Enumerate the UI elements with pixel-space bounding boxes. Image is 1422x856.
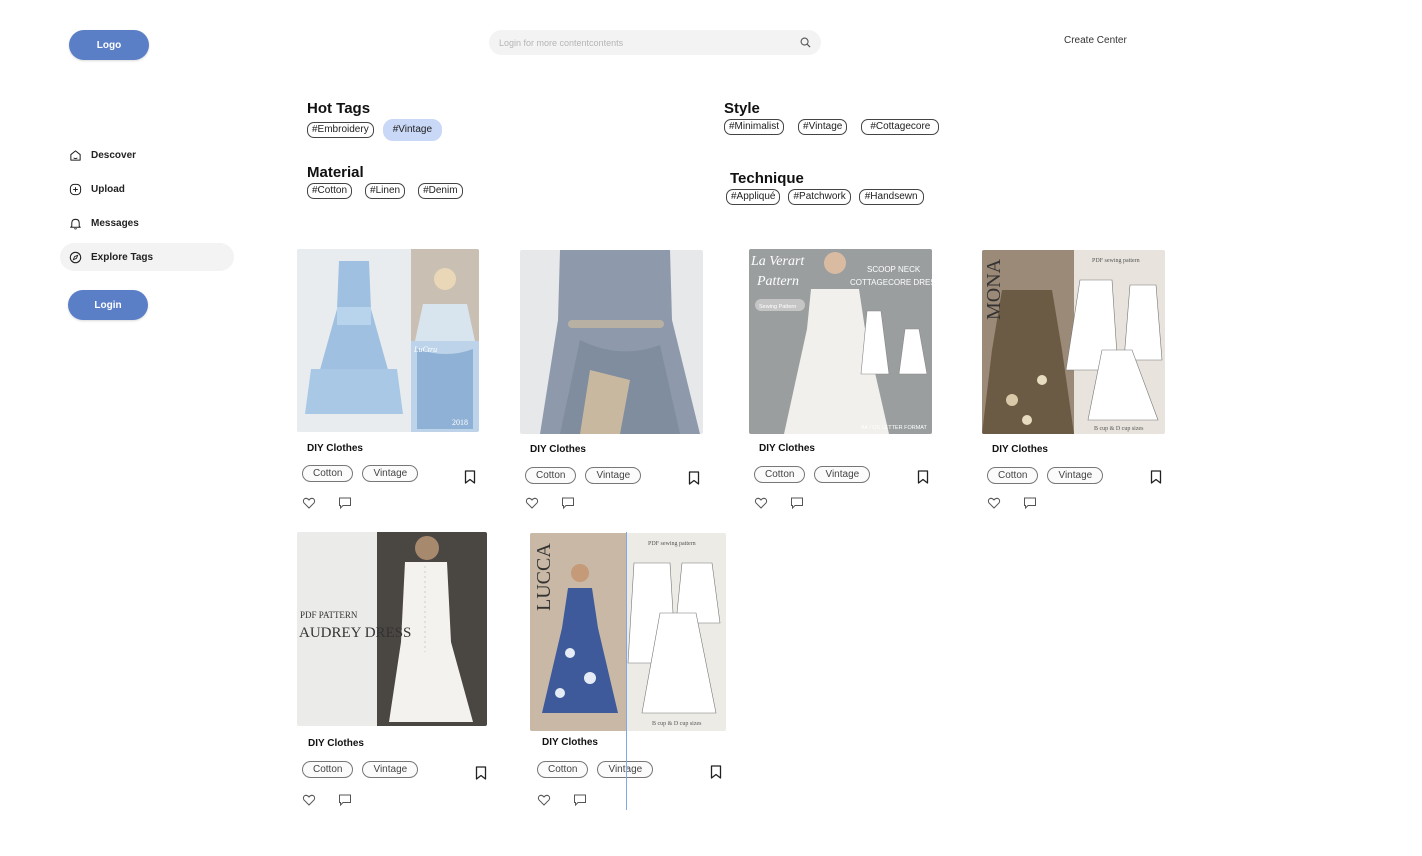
image-caption: AUDREY DRESS — [299, 625, 411, 641]
sidebar-item-explore-tags[interactable]: Explore Tags — [60, 243, 234, 271]
sidebar-item-label: Descover — [91, 149, 137, 161]
tag-group-title: Style — [724, 100, 760, 117]
post-image[interactable]: MONA PDF sewing pattern B cup & D cup si… — [982, 250, 1165, 434]
card-title: DIY Clothes — [307, 443, 363, 454]
comment-icon[interactable] — [338, 496, 352, 510]
heart-icon[interactable] — [537, 793, 551, 807]
heart-icon[interactable] — [302, 793, 316, 807]
search-placeholder: Login for more contentcontents — [499, 37, 624, 48]
plus-circle-icon — [69, 183, 82, 195]
post-image[interactable]: LuCtru 2018 — [297, 249, 479, 432]
tag-chip[interactable]: #Cottagecore — [861, 119, 940, 135]
tag-chip[interactable]: #Denim — [418, 183, 463, 199]
tag-group-hot: Hot Tags #Embroidery #Vintage — [307, 100, 442, 141]
tag-chip[interactable]: Cotton — [754, 466, 806, 483]
tag-group-title: Technique — [730, 170, 804, 187]
tag-chip[interactable]: Vintage — [362, 761, 419, 778]
tag-chip[interactable]: Vintage — [814, 466, 871, 483]
image-caption: Sewing Pattern — [759, 304, 796, 310]
image-caption: LUCCA — [533, 543, 555, 611]
image-caption: PDF sewing pattern — [1092, 258, 1140, 264]
bookmark-icon[interactable] — [917, 470, 929, 484]
card-title: DIY Clothes — [759, 443, 815, 454]
tag-chip[interactable]: #Handsewn — [858, 189, 924, 205]
home-icon — [70, 149, 81, 161]
search-icon[interactable] — [800, 37, 811, 48]
image-caption: PDF sewing pattern — [648, 541, 696, 547]
image-caption: SCOOP NECK — [867, 265, 921, 274]
sidebar-item-messages[interactable]: Messages — [60, 209, 234, 237]
tag-chip[interactable]: Cotton — [302, 465, 354, 482]
tag-chip[interactable]: Vintage — [1047, 467, 1104, 484]
image-caption: LuCtru — [413, 345, 437, 354]
comment-icon[interactable] — [573, 793, 587, 807]
tag-chip[interactable]: #Embroidery — [307, 122, 374, 138]
bookmark-icon[interactable] — [475, 766, 487, 780]
tag-chip[interactable]: Vintage — [585, 467, 642, 484]
tag-chip[interactable]: Cotton — [525, 467, 577, 484]
heart-icon[interactable] — [302, 496, 316, 510]
login-button[interactable]: Login — [68, 290, 148, 320]
tag-chip[interactable]: Vintage — [362, 465, 419, 482]
tag-chip[interactable]: #Appliqué — [726, 189, 781, 205]
heart-icon[interactable] — [754, 496, 768, 510]
bookmark-icon[interactable] — [688, 471, 700, 485]
tag-chip[interactable]: #Patchwork — [788, 189, 851, 205]
bookmark-icon[interactable] — [710, 765, 722, 779]
card-title: DIY Clothes — [992, 444, 1048, 455]
card-title: DIY Clothes — [530, 444, 586, 455]
bookmark-icon[interactable] — [1150, 470, 1162, 484]
bell-icon — [70, 218, 81, 229]
tag-group-title: Hot Tags — [307, 100, 371, 117]
card-title: DIY Clothes — [308, 738, 364, 749]
sidebar-item-label: Messages — [91, 217, 139, 229]
post-image[interactable] — [520, 250, 703, 434]
tag-chip[interactable]: Cotton — [987, 467, 1039, 484]
tag-chip[interactable]: #Minimalist — [724, 119, 785, 135]
card-title: DIY Clothes — [542, 737, 598, 748]
tag-chip[interactable]: Cotton — [302, 761, 354, 778]
image-caption: A4 / US LETTER FORMAT — [861, 425, 928, 431]
comment-icon[interactable] — [561, 496, 575, 510]
layout-guide-line — [626, 532, 627, 810]
heart-icon[interactable] — [525, 496, 539, 510]
post-image[interactable]: PDF PATTERN AUDREY DRESS — [297, 532, 487, 726]
comment-icon[interactable] — [1023, 496, 1037, 510]
tag-chip-active[interactable]: #Vintage — [382, 119, 442, 141]
image-caption: B cup & D cup sizes — [1094, 426, 1144, 432]
tag-chip[interactable]: #Cotton — [307, 183, 353, 199]
sidebar-item-label: Explore Tags — [91, 251, 154, 263]
bookmark-icon[interactable] — [464, 470, 476, 484]
logo-button[interactable]: Logo — [69, 30, 149, 60]
image-caption: Pattern — [756, 274, 799, 289]
sidebar-item-discover[interactable]: Descover — [60, 141, 234, 169]
compass-icon — [69, 251, 82, 263]
sidebar-item-label: Upload — [91, 183, 125, 195]
post-image[interactable]: La Verart Pattern Sewing Pattern SCOOP N… — [749, 249, 932, 434]
post-image[interactable]: LUCCA PDF sewing pattern B cup & D cup s… — [530, 533, 726, 731]
comment-icon[interactable] — [790, 496, 804, 510]
image-caption: MONA — [983, 258, 1005, 320]
image-caption: 2018 — [452, 418, 468, 427]
sidebar-nav: Descover Upload Messages Explore Tags — [60, 141, 234, 277]
tag-group-technique: Technique #Appliqué #Patchwork #Handsewn — [726, 170, 924, 205]
tag-chip[interactable]: #Vintage — [798, 119, 848, 135]
create-center-link[interactable]: Create Center — [1064, 35, 1127, 46]
comment-icon[interactable] — [338, 793, 352, 807]
tag-chip[interactable]: #Linen — [365, 183, 406, 199]
sidebar-item-upload[interactable]: Upload — [60, 175, 234, 203]
tag-chip[interactable]: Cotton — [537, 761, 589, 778]
search-bar[interactable]: Login for more contentcontents — [489, 30, 821, 55]
tag-group-style: Style #Minimalist #Vintage #Cottagecore — [724, 100, 940, 135]
heart-icon[interactable] — [987, 496, 1001, 510]
tag-group-title: Material — [307, 164, 364, 181]
image-caption: COTTAGECORE DRESS — [850, 278, 932, 287]
tag-group-material: Material #Cotton #Linen #Denim — [307, 164, 463, 199]
image-caption: B cup & D cup sizes — [652, 721, 702, 727]
image-caption: La Verart — [750, 254, 805, 269]
image-caption: PDF PATTERN — [300, 610, 358, 620]
